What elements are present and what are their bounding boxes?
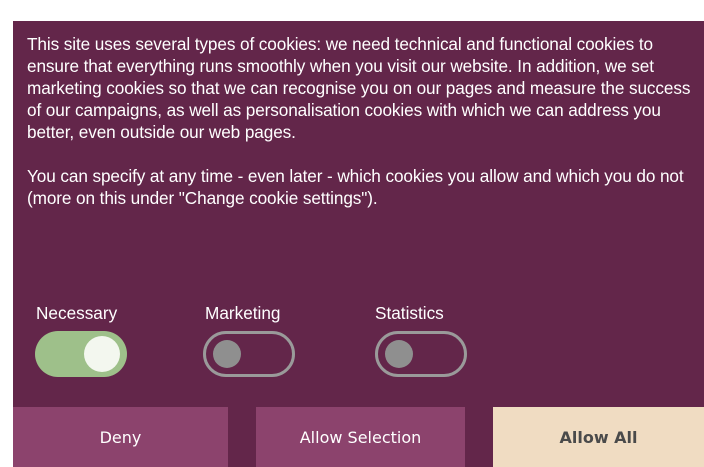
cookie-description: This site uses several types of cookies:… bbox=[27, 33, 697, 231]
cookie-action-buttons: Deny Allow Selection Allow All bbox=[13, 407, 704, 467]
toggle-knob bbox=[213, 340, 241, 368]
deny-button[interactable]: Deny bbox=[13, 407, 228, 467]
allow-selection-button[interactable]: Allow Selection bbox=[256, 407, 465, 467]
statistics-toggle[interactable] bbox=[375, 331, 467, 377]
marketing-toggle[interactable] bbox=[203, 331, 295, 377]
cookie-description-paragraph-2: You can specify at any time - even later… bbox=[27, 166, 684, 208]
toggle-knob bbox=[385, 340, 413, 368]
cookie-category-toggles: Necessary Marketing Statistics bbox=[13, 302, 704, 382]
necessary-toggle[interactable] bbox=[35, 331, 127, 377]
cookie-consent-banner: This site uses several types of cookies:… bbox=[13, 21, 704, 467]
toggle-label-statistics: Statistics bbox=[375, 303, 444, 323]
toggle-label-necessary: Necessary bbox=[36, 303, 118, 323]
cookie-description-paragraph-1: This site uses several types of cookies:… bbox=[27, 34, 691, 142]
toggle-label-marketing: Marketing bbox=[205, 303, 281, 323]
allow-all-button[interactable]: Allow All bbox=[493, 407, 704, 467]
toggle-knob bbox=[84, 336, 120, 372]
